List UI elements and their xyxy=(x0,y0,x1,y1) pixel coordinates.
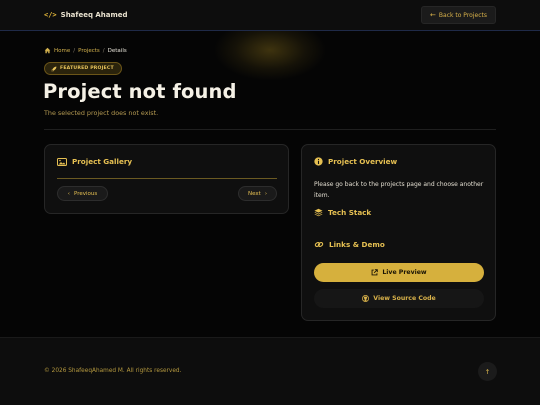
rocket-icon xyxy=(51,66,57,72)
overview-heading-text: Project Overview xyxy=(328,157,398,166)
back-to-projects-button[interactable]: ← Back to Projects xyxy=(421,6,496,24)
chevron-right-icon: › xyxy=(264,190,268,197)
code-icon: </> xyxy=(44,11,57,19)
links-demo-heading-text: Links & Demo xyxy=(329,240,385,249)
project-gallery-card: Project Gallery ‹ Previous Next › xyxy=(44,144,289,214)
home-icon xyxy=(44,47,51,54)
top-navbar: </> Shafeeq Ahamed ← Back to Projects xyxy=(0,0,540,31)
previous-label: Previous xyxy=(73,190,98,197)
info-icon xyxy=(314,157,323,166)
view-source-label: View Source Code xyxy=(373,295,436,302)
breadcrumb-separator: / xyxy=(73,47,76,54)
breadcrumb-projects[interactable]: Projects xyxy=(78,48,100,54)
arrow-up-icon: ↑ xyxy=(484,367,491,376)
github-icon xyxy=(362,295,370,302)
chevron-left-icon: ‹ xyxy=(67,190,70,197)
scroll-to-top-button[interactable]: ↑ xyxy=(478,362,497,381)
featured-badge: FEATURED PROJECT xyxy=(44,62,122,75)
breadcrumb-home[interactable]: Home xyxy=(54,48,70,54)
gallery-heading: Project Gallery xyxy=(57,157,132,166)
live-preview-label: Live Preview xyxy=(382,269,427,276)
section-divider xyxy=(44,129,496,130)
page-title: Project not found xyxy=(43,80,237,103)
view-source-button[interactable]: View Source Code xyxy=(314,289,484,308)
overview-text: Please go back to the projects page and … xyxy=(314,181,484,199)
back-label: Back to Projects xyxy=(438,11,487,19)
breadcrumb: Home / Projects / Details xyxy=(44,47,127,54)
brand-logo[interactable]: </> Shafeeq Ahamed xyxy=(44,9,128,21)
brand-name: Shafeeq Ahamed xyxy=(60,11,128,19)
live-preview-button[interactable]: Live Preview xyxy=(314,263,484,282)
gallery-heading-text: Project Gallery xyxy=(72,157,133,166)
links-demo-heading: Links & Demo xyxy=(314,240,385,249)
copyright-text: © 2026 ShafeeqAhamed M. All rights reser… xyxy=(44,368,182,374)
tech-stack-heading-text: Tech Stack xyxy=(328,208,372,217)
badge-label: FEATURED PROJECT xyxy=(60,66,114,71)
project-overview-card: Project Overview Please go back to the p… xyxy=(301,144,496,321)
image-icon xyxy=(57,157,67,166)
gallery-progress-line xyxy=(57,178,277,179)
breadcrumb-separator: / xyxy=(102,47,105,54)
previous-button[interactable]: ‹ Previous xyxy=(57,186,108,201)
arrow-left-icon: ← xyxy=(430,11,436,19)
external-link-icon xyxy=(371,269,379,276)
tech-stack-heading: Tech Stack xyxy=(314,208,371,217)
layers-icon xyxy=(314,208,323,217)
footer: © 2026 ShafeeqAhamed M. All rights reser… xyxy=(0,337,540,405)
overview-heading: Project Overview xyxy=(314,157,397,166)
breadcrumb-current: Details xyxy=(107,47,127,54)
next-label: Next xyxy=(247,190,261,197)
link-icon xyxy=(314,240,324,249)
next-button[interactable]: Next › xyxy=(238,186,277,201)
page-subtitle: The selected project does not exist. xyxy=(44,109,159,117)
